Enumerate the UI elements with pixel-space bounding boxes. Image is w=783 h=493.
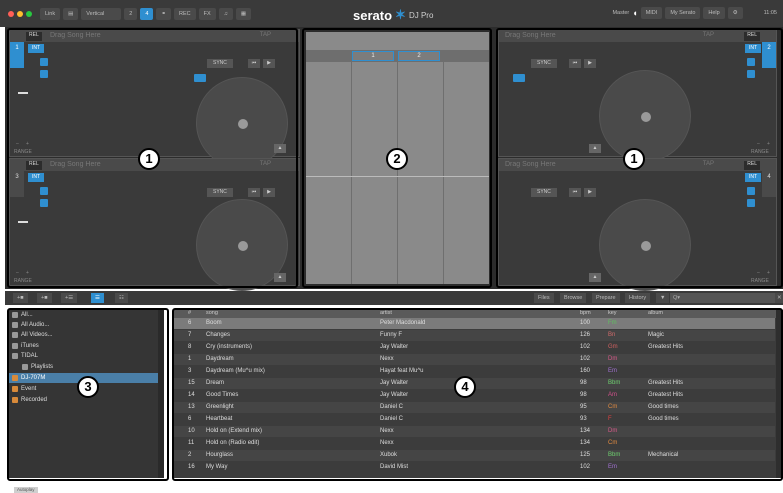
master-label: Master — [612, 10, 630, 16]
top-toolbar: Link ▤ Vertical 2 4 ⚭ REC FX ♫ ▦ serato … — [0, 0, 783, 27]
window-controls — [8, 10, 32, 17]
autoplay-button[interactable]: Autoplay — [14, 487, 38, 493]
headphones-icon[interactable]: ⚭ — [156, 7, 172, 20]
shield-icon[interactable]: ▤ — [63, 7, 79, 20]
sampler-icon[interactable]: ♫ — [218, 7, 233, 20]
clock: 11:05 — [763, 10, 777, 16]
grid-icon[interactable]: ▦ — [235, 7, 252, 20]
callout-badge-4: 4 — [454, 376, 476, 398]
gear-icon[interactable]: ⚙ — [727, 7, 743, 19]
rec-button[interactable]: REC — [174, 7, 196, 20]
app-logo: serato ✶ DJ Pro — [353, 7, 433, 23]
my-serato-button[interactable]: My Serato — [665, 7, 701, 19]
history-button[interactable]: History — [625, 293, 651, 303]
right-toolbar: Master ◖ MIDI My Serato Help ⚙ 11:05 — [612, 7, 777, 19]
minimize-window-icon[interactable] — [17, 10, 23, 17]
filter-icon[interactable]: ▼ — [656, 293, 670, 303]
deck-2-button[interactable]: 2 — [124, 7, 138, 20]
add-crate-icon[interactable]: +■ — [13, 293, 28, 303]
midi-button[interactable]: MIDI — [640, 7, 663, 19]
prepare-button[interactable]: Prepare — [592, 293, 620, 303]
logo-star-icon: ✶ — [395, 7, 406, 22]
callout-badge-2: 2 — [386, 148, 408, 170]
callout-badge-1: 1 — [138, 148, 160, 170]
callout-badge-3: 3 — [77, 376, 99, 398]
browse-button[interactable]: Browse — [560, 293, 587, 303]
help-button[interactable]: Help — [703, 7, 725, 19]
detail-view-icon[interactable]: ☷ — [115, 293, 128, 303]
app-subtitle: DJ Pro — [408, 10, 434, 20]
link-button[interactable]: Link — [40, 7, 61, 20]
add-subcrate-icon[interactable]: +☰ — [61, 293, 78, 303]
fx-button[interactable]: FX — [198, 7, 216, 20]
files-button[interactable]: Files — [534, 293, 554, 303]
close-window-icon[interactable] — [8, 10, 14, 17]
zoom-window-icon[interactable] — [26, 10, 32, 17]
clear-search-icon[interactable]: ✕ — [775, 293, 783, 303]
layout-select[interactable]: Vertical — [81, 7, 122, 20]
deck-4-button[interactable]: 4 — [140, 7, 154, 20]
master-volume-icon[interactable]: ◖ — [632, 8, 637, 18]
library-toolbar: +■ +■ +☰ ☰ ☷ Files Browse Prepare Histor… — [5, 291, 783, 305]
highlight-frame-4 — [172, 308, 783, 481]
list-view-icon[interactable]: ☰ — [91, 293, 104, 303]
add-smart-crate-icon[interactable]: +■ — [37, 293, 52, 303]
app-name: serato — [353, 7, 393, 23]
search-input[interactable]: Q▾ — [670, 293, 775, 303]
callout-badge-1-right: 1 — [623, 148, 645, 170]
